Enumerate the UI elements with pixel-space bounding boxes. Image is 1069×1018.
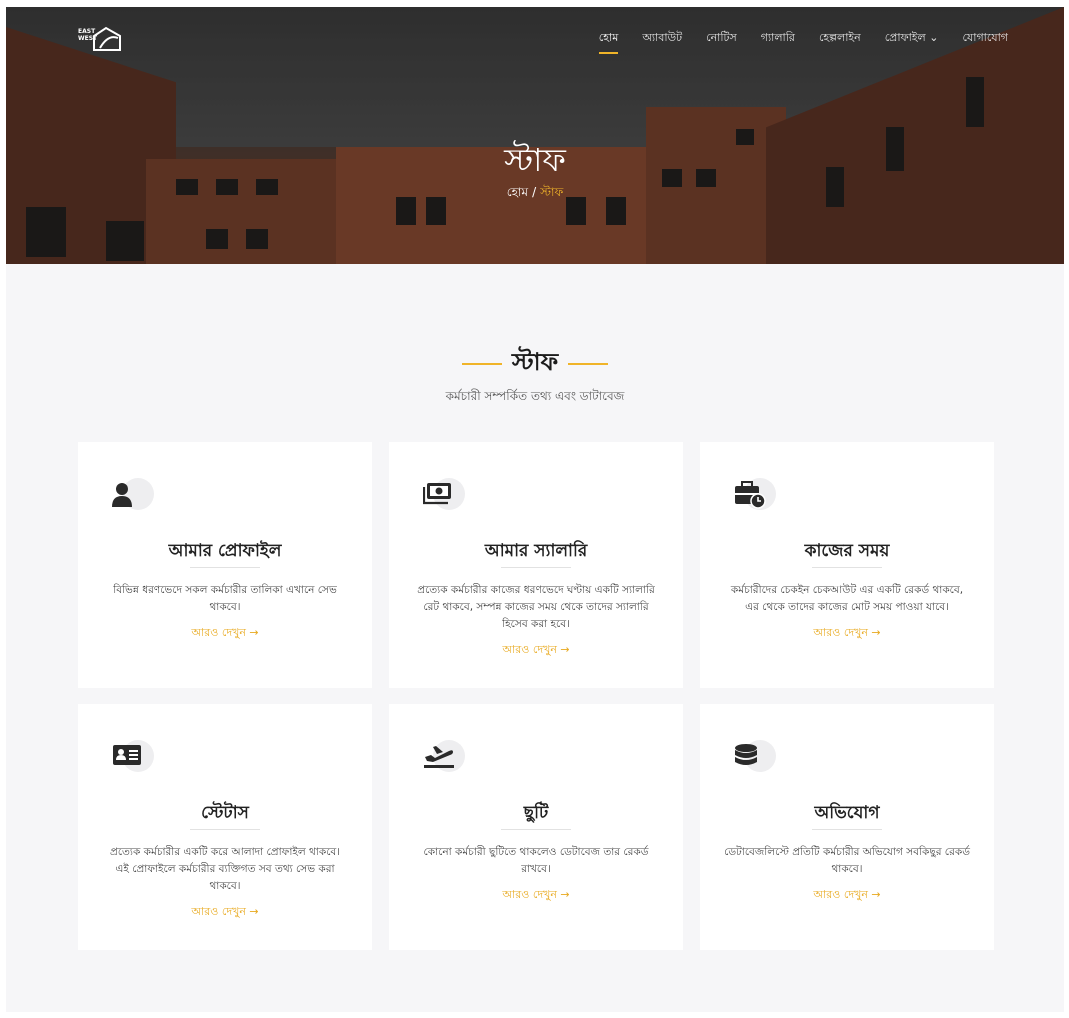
logo-text: EAST WEST: [78, 28, 98, 42]
see-more-link[interactable]: আরও দেখুন →: [413, 886, 659, 903]
card-text: প্রত্যেক কর্মচারীর একটি করে আলাদা প্রোফা…: [102, 844, 348, 920]
plane-departure-icon: [424, 746, 454, 768]
main-menu: হোম অ্যাবাউট নোটিস গ্যালারি হেল্পলাইন প্…: [598, 29, 1008, 54]
site-logo[interactable]: EAST WEST: [78, 24, 126, 58]
card-description: ডেটাবেজলিস্টে প্রতিটি কর্মচারীর অভিযোগ স…: [724, 846, 970, 875]
card-icon-wrap: [423, 740, 465, 776]
card-my-profile: আমার প্রোফাইল বিভিন্ন ধরণভেদে সকল কর্মচা…: [78, 442, 372, 688]
card-text: বিভিন্ন ধরণভেদে সকল কর্মচারীর তালিকা এখা…: [102, 582, 348, 641]
section-header: স্টাফ কর্মচারী সম্পর্কিত তথ্য এবং ডাটাবে…: [6, 344, 1064, 408]
breadcrumb-current: স্টাফ: [540, 185, 564, 199]
hero-banner: EAST WEST হোম অ্যাবাউট নোটিস গ্যালারি হে…: [6, 7, 1064, 264]
nav-item-profile-dropdown[interactable]: প্রোফাইল ⌄: [885, 29, 939, 48]
card-title: ছুটি: [523, 803, 549, 823]
card-description: প্রত্যেক কর্মচারীর কাজের ধরণভেদে ঘণ্টায়…: [417, 584, 655, 630]
card-title-underline: [812, 567, 882, 568]
section-title-wrap: স্টাফ: [461, 344, 609, 384]
card-title: আমার স্যালারি: [484, 541, 588, 561]
nav-item-about[interactable]: অ্যাবাউট: [642, 29, 682, 48]
staff-section: স্টাফ কর্মচারী সম্পর্কিত তথ্য এবং ডাটাবে…: [6, 264, 1064, 1012]
title-decor-line-right: [568, 363, 609, 365]
top-navbar: EAST WEST হোম অ্যাবাউট নোটিস গ্যালারি হে…: [6, 7, 1064, 67]
card-complaint: অভিযোগ ডেটাবেজলিস্টে প্রতিটি কর্মচারীর অ…: [700, 704, 994, 950]
card-title: কাজের সময়: [804, 541, 890, 561]
briefcase-clock-icon: [735, 481, 766, 509]
card-icon-wrap: [112, 478, 154, 514]
see-more-link[interactable]: আরও দেখুন →: [724, 624, 970, 641]
card-description: কোনো কর্মচারী ছুটিতে থাকলেও ডেটাবেজ তার …: [423, 846, 649, 875]
hero-title: স্টাফ: [504, 141, 566, 179]
nav-item-notice[interactable]: নোটিস: [706, 29, 737, 48]
id-card-icon: [113, 745, 141, 765]
card-title-underline: [190, 567, 260, 568]
card-text: প্রত্যেক কর্মচারীর কাজের ধরণভেদে ঘণ্টায়…: [413, 582, 659, 658]
card-title-underline: [190, 829, 260, 830]
section-subtitle: কর্মচারী সম্পর্কিত তথ্য এবং ডাটাবেজ: [445, 389, 625, 403]
card-icon-wrap: [423, 478, 465, 514]
card-title-underline: [501, 829, 571, 830]
database-icon: [735, 744, 757, 765]
nav-item-home[interactable]: হোম: [598, 29, 618, 54]
see-more-link[interactable]: আরও দেখুন →: [724, 886, 970, 903]
see-more-link[interactable]: আরও দেখুন →: [102, 624, 348, 641]
page: EAST WEST হোম অ্যাবাউট নোটিস গ্যালারি হে…: [0, 0, 1069, 1018]
card-leave: ছুটি কোনো কর্মচারী ছুটিতে থাকলেও ডেটাবেজ…: [389, 704, 683, 950]
card-title: আমার প্রোফাইল: [168, 541, 282, 561]
card-icon-wrap: [112, 740, 154, 776]
nav-item-gallery[interactable]: গ্যালারি: [761, 29, 795, 48]
card-title-underline: [501, 567, 571, 568]
nav-item-helpline[interactable]: হেল্পলাইন: [819, 29, 861, 48]
card-description: বিভিন্ন ধরণভেদে সকল কর্মচারীর তালিকা এখা…: [113, 584, 337, 613]
logo-icon: [93, 26, 121, 51]
card-title: স্টেটাস: [201, 803, 249, 823]
card-my-salary: আমার স্যালারি প্রত্যেক কর্মচারীর কাজের ধ…: [389, 442, 683, 688]
card-icon-wrap: [734, 478, 776, 514]
see-more-link[interactable]: আরও দেখুন →: [413, 641, 659, 658]
user-icon: [112, 483, 132, 507]
card-title-underline: [812, 829, 882, 830]
section-title: স্টাফ: [511, 347, 559, 376]
card-text: ডেটাবেজলিস্টে প্রতিটি কর্মচারীর অভিযোগ স…: [724, 844, 970, 903]
card-status: স্টেটাস প্রত্যেক কর্মচারীর একটি করে আলাদ…: [78, 704, 372, 950]
card-text: কোনো কর্মচারী ছুটিতে থাকলেও ডেটাবেজ তার …: [413, 844, 659, 903]
card-text: কর্মচারীদের চেকইন চেকআউট এর একটি রেকর্ড …: [724, 582, 970, 641]
breadcrumb-separator: /: [532, 185, 537, 199]
nav-item-contact[interactable]: যোগাযোগ: [962, 29, 1008, 48]
card-description: কর্মচারীদের চেকইন চেকআউট এর একটি রেকর্ড …: [730, 584, 964, 613]
breadcrumb-home[interactable]: হোম: [507, 185, 528, 199]
card-title: অভিযোগ: [814, 803, 880, 823]
title-decor-line-left: [461, 363, 502, 365]
money-icon: [423, 483, 451, 505]
breadcrumb: হোম / স্টাফ: [6, 184, 1064, 204]
card-work-time: কাজের সময় কর্মচারীদের চেকইন চেকআউট এর এ…: [700, 442, 994, 688]
see-more-link[interactable]: আরও দেখুন →: [102, 903, 348, 920]
card-description: প্রত্যেক কর্মচারীর একটি করে আলাদা প্রোফা…: [109, 846, 341, 892]
card-icon-wrap: [734, 740, 776, 776]
